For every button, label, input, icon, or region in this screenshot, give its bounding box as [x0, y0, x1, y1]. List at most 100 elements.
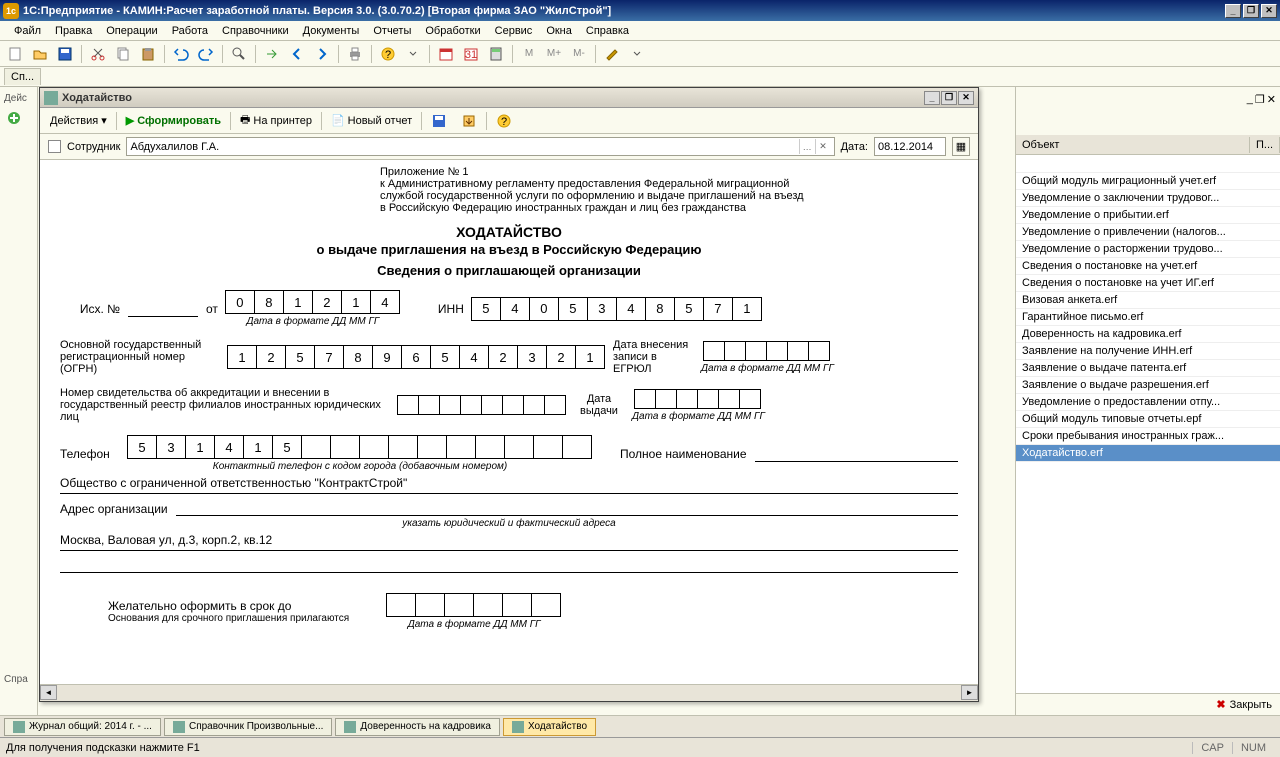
- undo-icon[interactable]: [170, 43, 192, 65]
- date-field[interactable]: 08.12.2014: [874, 137, 946, 156]
- task-button[interactable]: Журнал общий: 2014 г. - ...: [4, 718, 161, 736]
- rp-item[interactable]: Ходатайство.erf: [1016, 445, 1280, 462]
- load-variant-icon[interactable]: [455, 110, 483, 132]
- dialog-help-icon[interactable]: ?: [490, 110, 518, 132]
- paste-icon[interactable]: [137, 43, 159, 65]
- menu-operations[interactable]: Операции: [100, 23, 163, 39]
- rp-col-object[interactable]: Объект: [1016, 137, 1250, 153]
- report-icon: 📄: [331, 114, 345, 127]
- rp-item[interactable]: Уведомление о расторжении трудово...: [1016, 241, 1280, 258]
- rp-item[interactable]: Сведения о постановке на учет ИГ.erf: [1016, 275, 1280, 292]
- rp-item[interactable]: Сведения о постановке на учет.erf: [1016, 258, 1280, 275]
- menu-catalogs[interactable]: Справочники: [216, 23, 295, 39]
- rp-item[interactable]: Заявление о выдаче патента.erf: [1016, 360, 1280, 377]
- menu-edit[interactable]: Правка: [49, 23, 98, 39]
- print-icon[interactable]: [344, 43, 366, 65]
- taskbar: Журнал общий: 2014 г. - ...Справочник Пр…: [0, 715, 1280, 737]
- menu-documents[interactable]: Документы: [297, 23, 366, 39]
- save-icon[interactable]: [54, 43, 76, 65]
- minimize-button[interactable]: _: [1225, 4, 1241, 18]
- settings-icon[interactable]: [601, 43, 623, 65]
- calendar-icon[interactable]: [435, 43, 457, 65]
- open-icon[interactable]: [29, 43, 51, 65]
- employee-checkbox[interactable]: [48, 140, 61, 153]
- mminus-icon[interactable]: M-: [568, 43, 590, 65]
- dialog-minimize-button[interactable]: _: [924, 91, 940, 105]
- dialog-close-button[interactable]: ✕: [958, 91, 974, 105]
- goto-icon[interactable]: [261, 43, 283, 65]
- attachment-text: Приложение № 1 к Административному регла…: [380, 166, 958, 214]
- menu-help[interactable]: Справка: [580, 23, 635, 39]
- rp-item[interactable]: Сроки пребывания иностранных граж...: [1016, 428, 1280, 445]
- task-icon: [512, 721, 524, 733]
- info-dropdown-icon[interactable]: [402, 43, 424, 65]
- save-variant-icon[interactable]: [425, 110, 453, 132]
- employee-combo[interactable]: Абдухалилов Г.А. … ✕: [126, 137, 834, 156]
- rp-item[interactable]: Гарантийное письмо.erf: [1016, 309, 1280, 326]
- rp-close-button[interactable]: ✕: [1267, 93, 1276, 106]
- forward-icon[interactable]: [311, 43, 333, 65]
- rp-item[interactable]: Заявление на получение ИНН.erf: [1016, 343, 1280, 360]
- rp-item[interactable]: Общий модуль миграционный учет.erf: [1016, 173, 1280, 190]
- rp-footer: ✖ Закрыть: [1016, 693, 1280, 715]
- menu-processing[interactable]: Обработки: [419, 23, 486, 39]
- rp-item[interactable]: Уведомление о прибытии.erf: [1016, 207, 1280, 224]
- rp-item[interactable]: Уведомление о привлечении (налогов...: [1016, 224, 1280, 241]
- combo-clear-icon[interactable]: ✕: [815, 139, 831, 154]
- rp-maximize-button[interactable]: ❐: [1255, 93, 1265, 106]
- task-icon: [13, 721, 25, 733]
- mdi-tab[interactable]: Сп...: [4, 68, 41, 85]
- dialog-maximize-button[interactable]: ❐: [941, 91, 957, 105]
- inn-label: ИНН: [438, 302, 464, 316]
- scroll-left-icon[interactable]: ◄: [40, 685, 57, 700]
- menu-service[interactable]: Сервис: [489, 23, 539, 39]
- copy-icon[interactable]: [112, 43, 134, 65]
- task-button[interactable]: Доверенность на кадровика: [335, 718, 500, 736]
- close-button[interactable]: ✕: [1261, 4, 1277, 18]
- calc-icon[interactable]: [485, 43, 507, 65]
- rp-item[interactable]: Общий модуль типовые отчеты.epf: [1016, 411, 1280, 428]
- calendar31-icon[interactable]: 31: [460, 43, 482, 65]
- add-icon[interactable]: [3, 107, 25, 129]
- task-button[interactable]: Ходатайство: [503, 718, 596, 736]
- menu-file[interactable]: Файл: [8, 23, 47, 39]
- egrul-cells: [704, 341, 830, 361]
- document-area: Приложение № 1 к Административному регла…: [40, 160, 978, 684]
- task-button[interactable]: Справочник Произвольные...: [164, 718, 332, 736]
- dialog-hscrollbar[interactable]: ◄ ►: [40, 684, 978, 701]
- rp-close-link[interactable]: Закрыть: [1230, 699, 1272, 711]
- egrul-label: Дата внесения записи в ЕГРЮЛ: [613, 339, 693, 375]
- rp-col-p[interactable]: П...: [1250, 137, 1280, 153]
- maximize-button[interactable]: ❐: [1243, 4, 1259, 18]
- rp-item[interactable]: Визовая анкета.erf: [1016, 292, 1280, 309]
- cut-icon[interactable]: [87, 43, 109, 65]
- settings-dropdown-icon[interactable]: [626, 43, 648, 65]
- new-report-button[interactable]: 📄Новый отчет: [325, 111, 418, 130]
- menu-work[interactable]: Работа: [166, 23, 214, 39]
- left-spra-label: Спра: [0, 672, 32, 687]
- main-toolbar: ? 31 M M+ M-: [0, 41, 1280, 67]
- redo-icon[interactable]: [195, 43, 217, 65]
- help-icon[interactable]: ?: [377, 43, 399, 65]
- close-x-icon[interactable]: ✖: [1216, 698, 1225, 711]
- rp-item[interactable]: Уведомление о заключении трудовог...: [1016, 190, 1280, 207]
- mplus-icon[interactable]: M+: [543, 43, 565, 65]
- find-icon[interactable]: [228, 43, 250, 65]
- rp-item[interactable]: Уведомление о предоставлении отпу...: [1016, 394, 1280, 411]
- rp-minimize-button[interactable]: _: [1247, 93, 1253, 105]
- menu-windows[interactable]: Окна: [540, 23, 578, 39]
- print-button[interactable]: 🖶На принтер: [234, 108, 318, 133]
- scroll-right-icon[interactable]: ►: [961, 685, 978, 700]
- m-icon[interactable]: M: [518, 43, 540, 65]
- menu-reports[interactable]: Отчеты: [367, 23, 417, 39]
- combo-select-icon[interactable]: …: [799, 139, 815, 154]
- form-button[interactable]: ▶ Сформировать: [120, 111, 227, 130]
- actions-button[interactable]: Действия ▾: [44, 111, 113, 130]
- phone-cells: 53 14 15: [128, 435, 592, 459]
- date-picker-icon[interactable]: ▦: [952, 137, 970, 156]
- statusbar: Для получения подсказки нажмите F1 CAP N…: [0, 737, 1280, 757]
- rp-item[interactable]: Заявление о выдаче разрешения.erf: [1016, 377, 1280, 394]
- back-icon[interactable]: [286, 43, 308, 65]
- new-icon[interactable]: [4, 43, 26, 65]
- rp-item[interactable]: Доверенность на кадровика.erf: [1016, 326, 1280, 343]
